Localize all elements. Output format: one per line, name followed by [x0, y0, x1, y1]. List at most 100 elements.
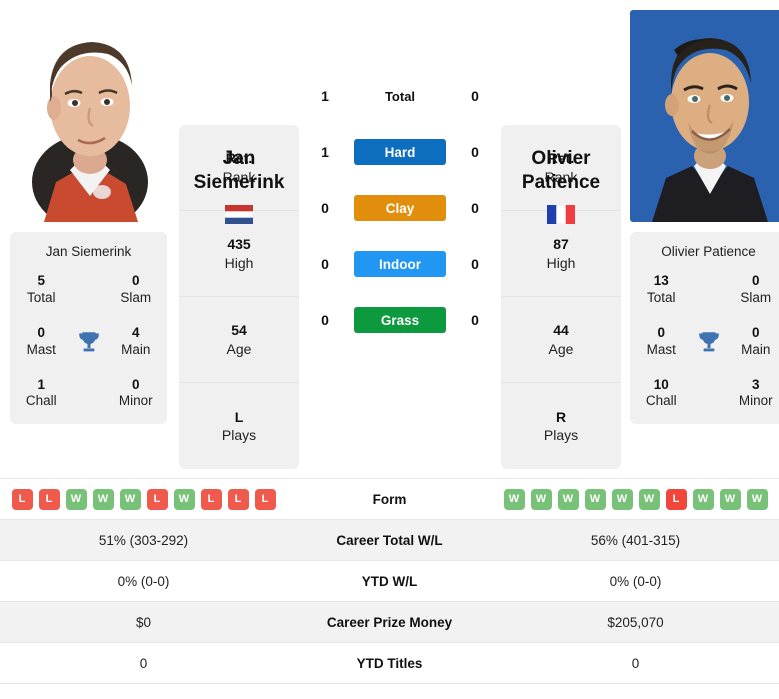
- form-badge-w: W: [584, 488, 606, 510]
- trophy-icon: [698, 331, 719, 351]
- right-info-plays: R Plays: [501, 383, 621, 469]
- left-plays-label: Plays: [221, 427, 257, 443]
- right-titles-minor-value: 3: [751, 376, 760, 392]
- form-badge-w: W: [557, 488, 579, 510]
- surface-label-hard: Hard: [354, 139, 446, 165]
- left-player-flag: [179, 204, 299, 224]
- head-to-head-comparison: Jan Siemerink 5 Total 0 Slam 0 Mast 4 Ma…: [0, 0, 779, 684]
- surface-right-score-clay: 0: [471, 200, 479, 216]
- right-ytd-titles: 0: [631, 655, 640, 671]
- right-titles-chall-value: 10: [653, 376, 669, 392]
- left-titles-slam-value: 0: [131, 273, 140, 288]
- surface-rows: 1 Total 0 1 Hard 0 0 Clay 0 0 Indoor 0 0 Grass 0: [308, 10, 492, 348]
- left-player-photo: [10, 10, 167, 222]
- comparison-top-area: Jan Siemerink 5 Total 0 Slam 0 Mast 4 Ma…: [0, 0, 779, 478]
- left-titles-minor: 0 Minor: [111, 377, 162, 411]
- left-titles-chall-value: 1: [37, 376, 45, 392]
- left-ytd-wl: 0% (0-0): [117, 573, 170, 589]
- form-badge-w: W: [638, 488, 660, 510]
- stats-table: L L W W W L W L L L Form W W W W W W L W W W 51% (303-292) Car…: [0, 478, 779, 684]
- surface-label-grass: Grass: [354, 307, 446, 333]
- surface-left-score-grass: 0: [321, 312, 329, 328]
- right-titles-slam: 0 Slam: [731, 273, 779, 307]
- left-titles-total-value: 5: [37, 273, 45, 288]
- stats-row-ytd-wl: 0% (0-0) YTD W/L 0% (0-0): [0, 561, 779, 602]
- left-form: LLWWWLWLLL: [0, 488, 287, 510]
- right-trophy-icon: [687, 329, 731, 355]
- right-titles-mast-label: Mast: [646, 341, 676, 357]
- right-career-total-wl: 56% (401-315): [590, 532, 681, 548]
- right-player-first-name: Olivier: [531, 148, 591, 169]
- stats-row-career-prize-money: $0 Career Prize Money $205,070: [0, 602, 779, 643]
- left-titles-chall-label: Chall: [25, 393, 57, 409]
- surface-right-score-indoor: 0: [471, 256, 479, 272]
- right-form-strip: WWWWWWLWWW: [492, 488, 779, 510]
- form-badge-w: W: [65, 488, 87, 510]
- fr-flag-icon: [547, 204, 575, 224]
- surface-right-score-hard: 0: [471, 144, 479, 160]
- form-badge-w: W: [611, 488, 633, 510]
- form-badge-w: W: [746, 488, 768, 510]
- right-titles-slam-value: 0: [751, 273, 760, 288]
- right-titles-main: 0 Main: [731, 325, 779, 359]
- stats-row-label: YTD W/L: [361, 573, 418, 589]
- left-titles-total: 5 Total: [16, 273, 67, 307]
- right-player-photo: [630, 10, 779, 222]
- left-titles-main-label: Main: [121, 341, 151, 357]
- stats-row-label: Career Total W/L: [336, 532, 443, 548]
- right-titles-mast-value: 0: [657, 324, 665, 340]
- form-badge-l: L: [38, 488, 60, 510]
- surface-label-total: Total: [384, 88, 416, 104]
- left-titles-mast-label: Mast: [26, 341, 56, 357]
- form-badge-w: W: [173, 488, 195, 510]
- form-badge-l: L: [146, 488, 168, 510]
- right-titles-card: Olivier Patience 13 Total 0 Slam 0 Mast: [630, 232, 779, 425]
- form-badge-l: L: [200, 488, 222, 510]
- left-info-age: 54 Age: [179, 297, 299, 383]
- right-titles-mast: 0 Mast: [636, 325, 687, 359]
- left-career-prize-money: $0: [135, 614, 152, 630]
- surface-left-score-total: 1: [321, 88, 329, 104]
- right-titles-total-value: 13: [653, 273, 669, 288]
- stats-row-label: Career Prize Money: [326, 614, 453, 630]
- surface-left-score-indoor: 0: [321, 256, 329, 272]
- surface-left-score-clay: 0: [321, 200, 329, 216]
- left-titles-main: 4 Main: [111, 325, 162, 359]
- right-plays-label: Plays: [543, 427, 579, 443]
- left-player-last-name: Siemerink: [193, 172, 285, 194]
- surface-right-score-grass: 0: [471, 312, 479, 328]
- left-career-total-wl: 51% (303-292): [98, 532, 189, 548]
- left-titles-main-value: 4: [131, 324, 140, 340]
- left-form-strip: LLWWWLWLLL: [0, 488, 287, 510]
- surface-row-hard: 1 Hard 0: [308, 124, 492, 180]
- form-badge-l: L: [11, 488, 33, 510]
- right-player-portrait-icon: [630, 10, 779, 222]
- form-badge-l: L: [665, 488, 687, 510]
- stats-row-form: L L W W W L W L L L Form W W W W W W L W W W: [0, 479, 779, 520]
- surface-row-clay: 0 Clay 0: [308, 180, 492, 236]
- surface-comparison-column: 1 Total 0 1 Hard 0 0 Clay 0 0 Indoor 0 0 Grass 0: [308, 10, 492, 348]
- left-player-first-name: Jan: [222, 148, 256, 169]
- right-titles-main-label: Main: [741, 341, 771, 357]
- stats-row-label: Form: [372, 491, 407, 507]
- form-badge-w: W: [119, 488, 141, 510]
- form-badge-w: W: [503, 488, 525, 510]
- right-titles-main-value: 0: [751, 324, 760, 340]
- right-titles-player-name: Olivier Patience: [661, 244, 756, 259]
- left-titles-minor-value: 0: [131, 376, 140, 392]
- right-info-age: 44 Age: [501, 297, 621, 383]
- left-age-value: 54: [231, 322, 247, 339]
- left-titles-mast: 0 Mast: [16, 325, 67, 359]
- right-titles-minor-label: Minor: [738, 393, 773, 409]
- left-player-column: Jan Siemerink 5 Total 0 Slam 0 Mast 4 Ma…: [10, 10, 170, 425]
- left-player-portrait-icon: [10, 10, 167, 222]
- right-titles-chall-label: Chall: [645, 393, 677, 409]
- surface-label-indoor: Indoor: [354, 251, 446, 277]
- left-titles-grid: 5 Total 0 Slam 0 Mast 4 Main 1 Chall 0 M…: [16, 273, 161, 410]
- right-info-column: Olivier Patience Ret. Rank 87 High 44 Ag…: [501, 10, 621, 469]
- right-age-label: Age: [548, 340, 574, 357]
- left-plays-value: L: [234, 408, 244, 425]
- right-high-label: High: [546, 254, 576, 271]
- left-high-label: High: [224, 254, 254, 271]
- trophy-icon: [78, 331, 99, 351]
